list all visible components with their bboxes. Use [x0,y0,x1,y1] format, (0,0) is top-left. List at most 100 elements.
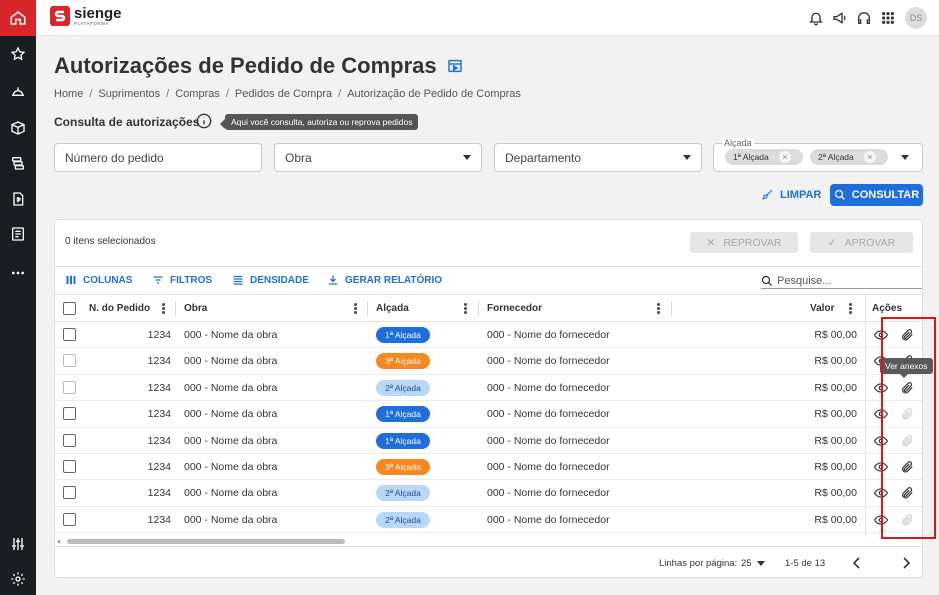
bell-icon[interactable] [807,9,825,27]
breadcrumb-home[interactable]: Home [54,88,83,100]
home-icon[interactable] [0,0,36,36]
close-icon[interactable]: × [863,151,876,163]
sliders-icon[interactable] [9,535,27,553]
document-dollar-icon[interactable] [9,190,27,208]
cell-valor: R$ 00,00 [814,513,857,526]
row-checkbox[interactable] [63,407,76,421]
table-row[interactable]: 1234 000 - Nome da obra 2ª Alçada 000 - Nom… [55,375,922,402]
cell-fornecedor: 000 - Nome do fornecedor [487,461,610,473]
cell-pedido: 1234 [147,408,171,421]
cell-fornecedor: 000 - Nome do fornecedor [487,487,610,500]
alcada-chip-2[interactable]: 2ª Alçada × [810,149,888,165]
col-fornecedor[interactable]: Fornecedor [487,303,542,314]
select-all-checkbox[interactable] [63,302,76,315]
row-checkbox[interactable] [63,433,76,447]
col-menu-icon[interactable] [464,302,468,315]
table-search[interactable] [761,273,922,289]
breadcrumb-pedidos[interactable]: Pedidos de Compra [235,88,332,100]
row-checkbox[interactable] [63,380,76,394]
scroll-left-icon[interactable]: ◂ [57,538,60,545]
obra-select[interactable]: Obra [274,143,482,172]
close-icon[interactable]: × [778,151,791,163]
col-acoes: Ações [872,303,903,314]
col-menu-icon[interactable] [657,302,661,315]
departamento-select[interactable]: Departamento [494,143,702,172]
row-checkbox[interactable] [63,354,76,368]
page-title: Autorizações de Pedido de Compras [54,53,463,79]
apps-grid-icon[interactable] [879,9,897,27]
breadcrumb-compras[interactable]: Compras [175,88,220,100]
breadcrumb: Home / Suprimentos / Compras / Pedidos de C… [54,88,521,100]
breadcrumb-suprimentos[interactable]: Suprimentos [98,88,160,100]
limpar-button[interactable]: LIMPAR [761,188,821,201]
colunas-button[interactable]: COLUNAS [65,274,132,286]
settings-icon[interactable] [9,570,27,588]
col-alcada[interactable]: Alçada [376,303,409,314]
chevron-down-icon[interactable] [901,155,909,160]
alcada-chip-1[interactable]: 1ª Alçada × [725,149,803,165]
info-icon[interactable] [196,113,212,129]
col-valor[interactable]: Valor [810,303,834,314]
filtros-button[interactable]: FILTROS [152,274,212,286]
chevron-down-icon [683,155,691,160]
pedido-input[interactable] [54,143,262,172]
more-icon[interactable] [9,264,27,282]
densidade-button[interactable]: DENSIDADE [232,274,309,286]
prev-page-icon[interactable] [851,556,863,570]
next-page-icon[interactable] [900,556,912,570]
table-row[interactable]: 1234 000 - Nome da obra 3ª Alçada 000 - Nom… [55,454,922,481]
avatar[interactable]: DS [905,7,927,29]
row-checkbox[interactable] [63,512,76,526]
col-menu-icon[interactable] [849,302,853,315]
chevron-down-icon [756,561,765,566]
row-checkbox[interactable] [63,328,76,341]
col-menu-icon[interactable] [354,302,358,315]
row-checkbox[interactable] [63,460,76,473]
consultar-button[interactable]: CONSULTAR [830,184,923,206]
alcada-badge: 1ª Alçada [376,327,430,343]
box-icon[interactable] [9,119,27,137]
col-pedido[interactable]: N. do Pedido [89,303,150,314]
table-row[interactable]: 1234 000 - Nome da obra 3ª Alçada 000 - Nom… [55,348,922,375]
table-search-input[interactable] [777,274,917,287]
helmet-icon[interactable] [9,83,27,101]
headset-icon[interactable] [855,9,873,27]
star-icon[interactable] [9,45,27,63]
cell-obra: 000 - Nome da obra [184,355,278,368]
check-icon: ✓ [827,236,837,249]
col-obra[interactable]: Obra [184,303,207,314]
cell-obra: 000 - Nome da obra [184,381,278,394]
gerar-relatorio-button[interactable]: GERAR RELATÓRIO [327,274,442,286]
brand-name: sienge [74,5,122,22]
results-card: 0 itens selecionados ✕ REPROVAR ✓ APROVAR … [54,219,923,578]
report-icon[interactable] [9,225,27,243]
brand-logo[interactable]: sienge PLATAFORMA [50,6,122,27]
table-row[interactable]: 1234 000 - Nome da obra 1ª Alçada 000 - Nom… [55,401,922,428]
horizontal-scrollbar[interactable]: ◂ [55,537,922,545]
sidebar [0,0,36,595]
coins-icon[interactable] [9,154,27,172]
row-checkbox[interactable] [63,486,76,500]
megaphone-icon[interactable] [831,9,849,27]
cell-valor: R$ 00,00 [814,329,857,341]
table-row[interactable]: 1234 000 - Nome da obra 1ª Alçada 000 - Nom… [55,428,922,454]
cell-obra: 000 - Nome da obra [184,487,278,500]
broom-icon [762,189,773,200]
scroll-thumb[interactable] [67,539,345,544]
alcada-badge: 2ª Alçada [376,511,430,528]
table-row[interactable]: 1234 000 - Nome da obra 2ª Alçada 000 - Nom… [55,507,922,534]
table-row[interactable]: 1234 000 - Nome da obra 2ª Alçada 000 - Nom… [55,480,922,507]
col-menu-icon[interactable] [162,302,166,315]
cell-pedido: 1234 [147,461,171,473]
reprovar-button[interactable]: ✕ REPROVAR [690,232,798,253]
aprovar-button[interactable]: ✓ APROVAR [810,232,913,253]
alcada-badge: 2ª Alçada [376,485,430,502]
cell-fornecedor: 000 - Nome do fornecedor [487,513,610,526]
video-tutorial-icon[interactable] [447,58,463,74]
rows-per-page-select[interactable]: 25 [741,558,765,569]
cell-obra: 000 - Nome da obra [184,513,278,526]
table-footer: Linhas por página: 25 1-5 de 13 [55,546,922,577]
highlight-box [881,317,936,539]
alcada-badge: 3ª Alçada [376,353,430,370]
table-row[interactable]: 1234 000 - Nome da obra 1ª Alçada 000 - Nom… [55,322,922,349]
